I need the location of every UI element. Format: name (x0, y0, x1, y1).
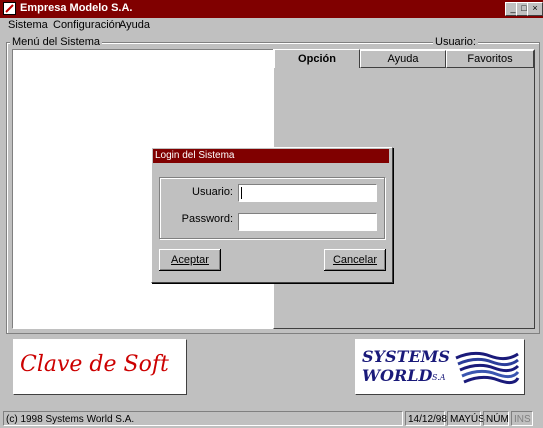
sa-suffix-text: S.A (432, 373, 446, 382)
menu-sistema[interactable]: Sistema (8, 19, 48, 31)
menu-configuracion[interactable]: Configuración (53, 19, 121, 31)
status-num: NÚM (483, 411, 509, 426)
group-label: Menú del Sistema (10, 36, 103, 48)
tab-favoritos[interactable]: Favoritos (446, 50, 534, 68)
tab-opcion[interactable]: Opción (274, 49, 360, 68)
tab-favoritos-label: Favoritos (467, 53, 513, 65)
clave-de-soft-logo: Clave de Soft (13, 339, 187, 395)
world-text: WORLD (362, 366, 433, 385)
tab-ayuda[interactable]: Ayuda (360, 50, 446, 68)
user-label: Usuario: (433, 36, 478, 48)
user-field-label: Usuario: (192, 186, 233, 198)
cancel-button[interactable]: Cancelar (324, 249, 386, 271)
systems-text: SYSTEMS (362, 347, 450, 366)
accept-button[interactable]: Aceptar (159, 249, 221, 271)
menu-ayuda[interactable]: Ayuda (119, 19, 150, 31)
title-bar: Empresa Modelo S.A. _ □ × (0, 0, 543, 18)
window-title: Empresa Modelo S.A. (20, 2, 133, 14)
close-button[interactable]: × (527, 2, 543, 16)
status-ins: INS (511, 411, 533, 426)
text-cursor (241, 187, 242, 199)
status-copyright: (c) 1998 Systems World S.A. (3, 411, 403, 426)
clave-de-soft-text: Clave de Soft (20, 352, 169, 377)
accept-button-label: Aceptar (171, 254, 209, 266)
wave-graphic-icon (455, 351, 520, 385)
app-icon[interactable] (3, 2, 16, 15)
status-date: 14/12/98 (405, 411, 447, 426)
systems-world-logo: SYSTEMS WORLD S.A (355, 339, 525, 395)
status-caps: MAYÚS (447, 411, 485, 426)
password-field-label: Password: (181, 213, 233, 225)
tab-opcion-label: Opción (298, 53, 336, 65)
tab-ayuda-label: Ayuda (387, 53, 419, 65)
password-input[interactable] (238, 213, 377, 231)
login-dialog-title: Login del Sistema (153, 149, 389, 163)
user-input[interactable] (238, 184, 377, 202)
cancel-button-label: Cancelar (332, 254, 378, 266)
